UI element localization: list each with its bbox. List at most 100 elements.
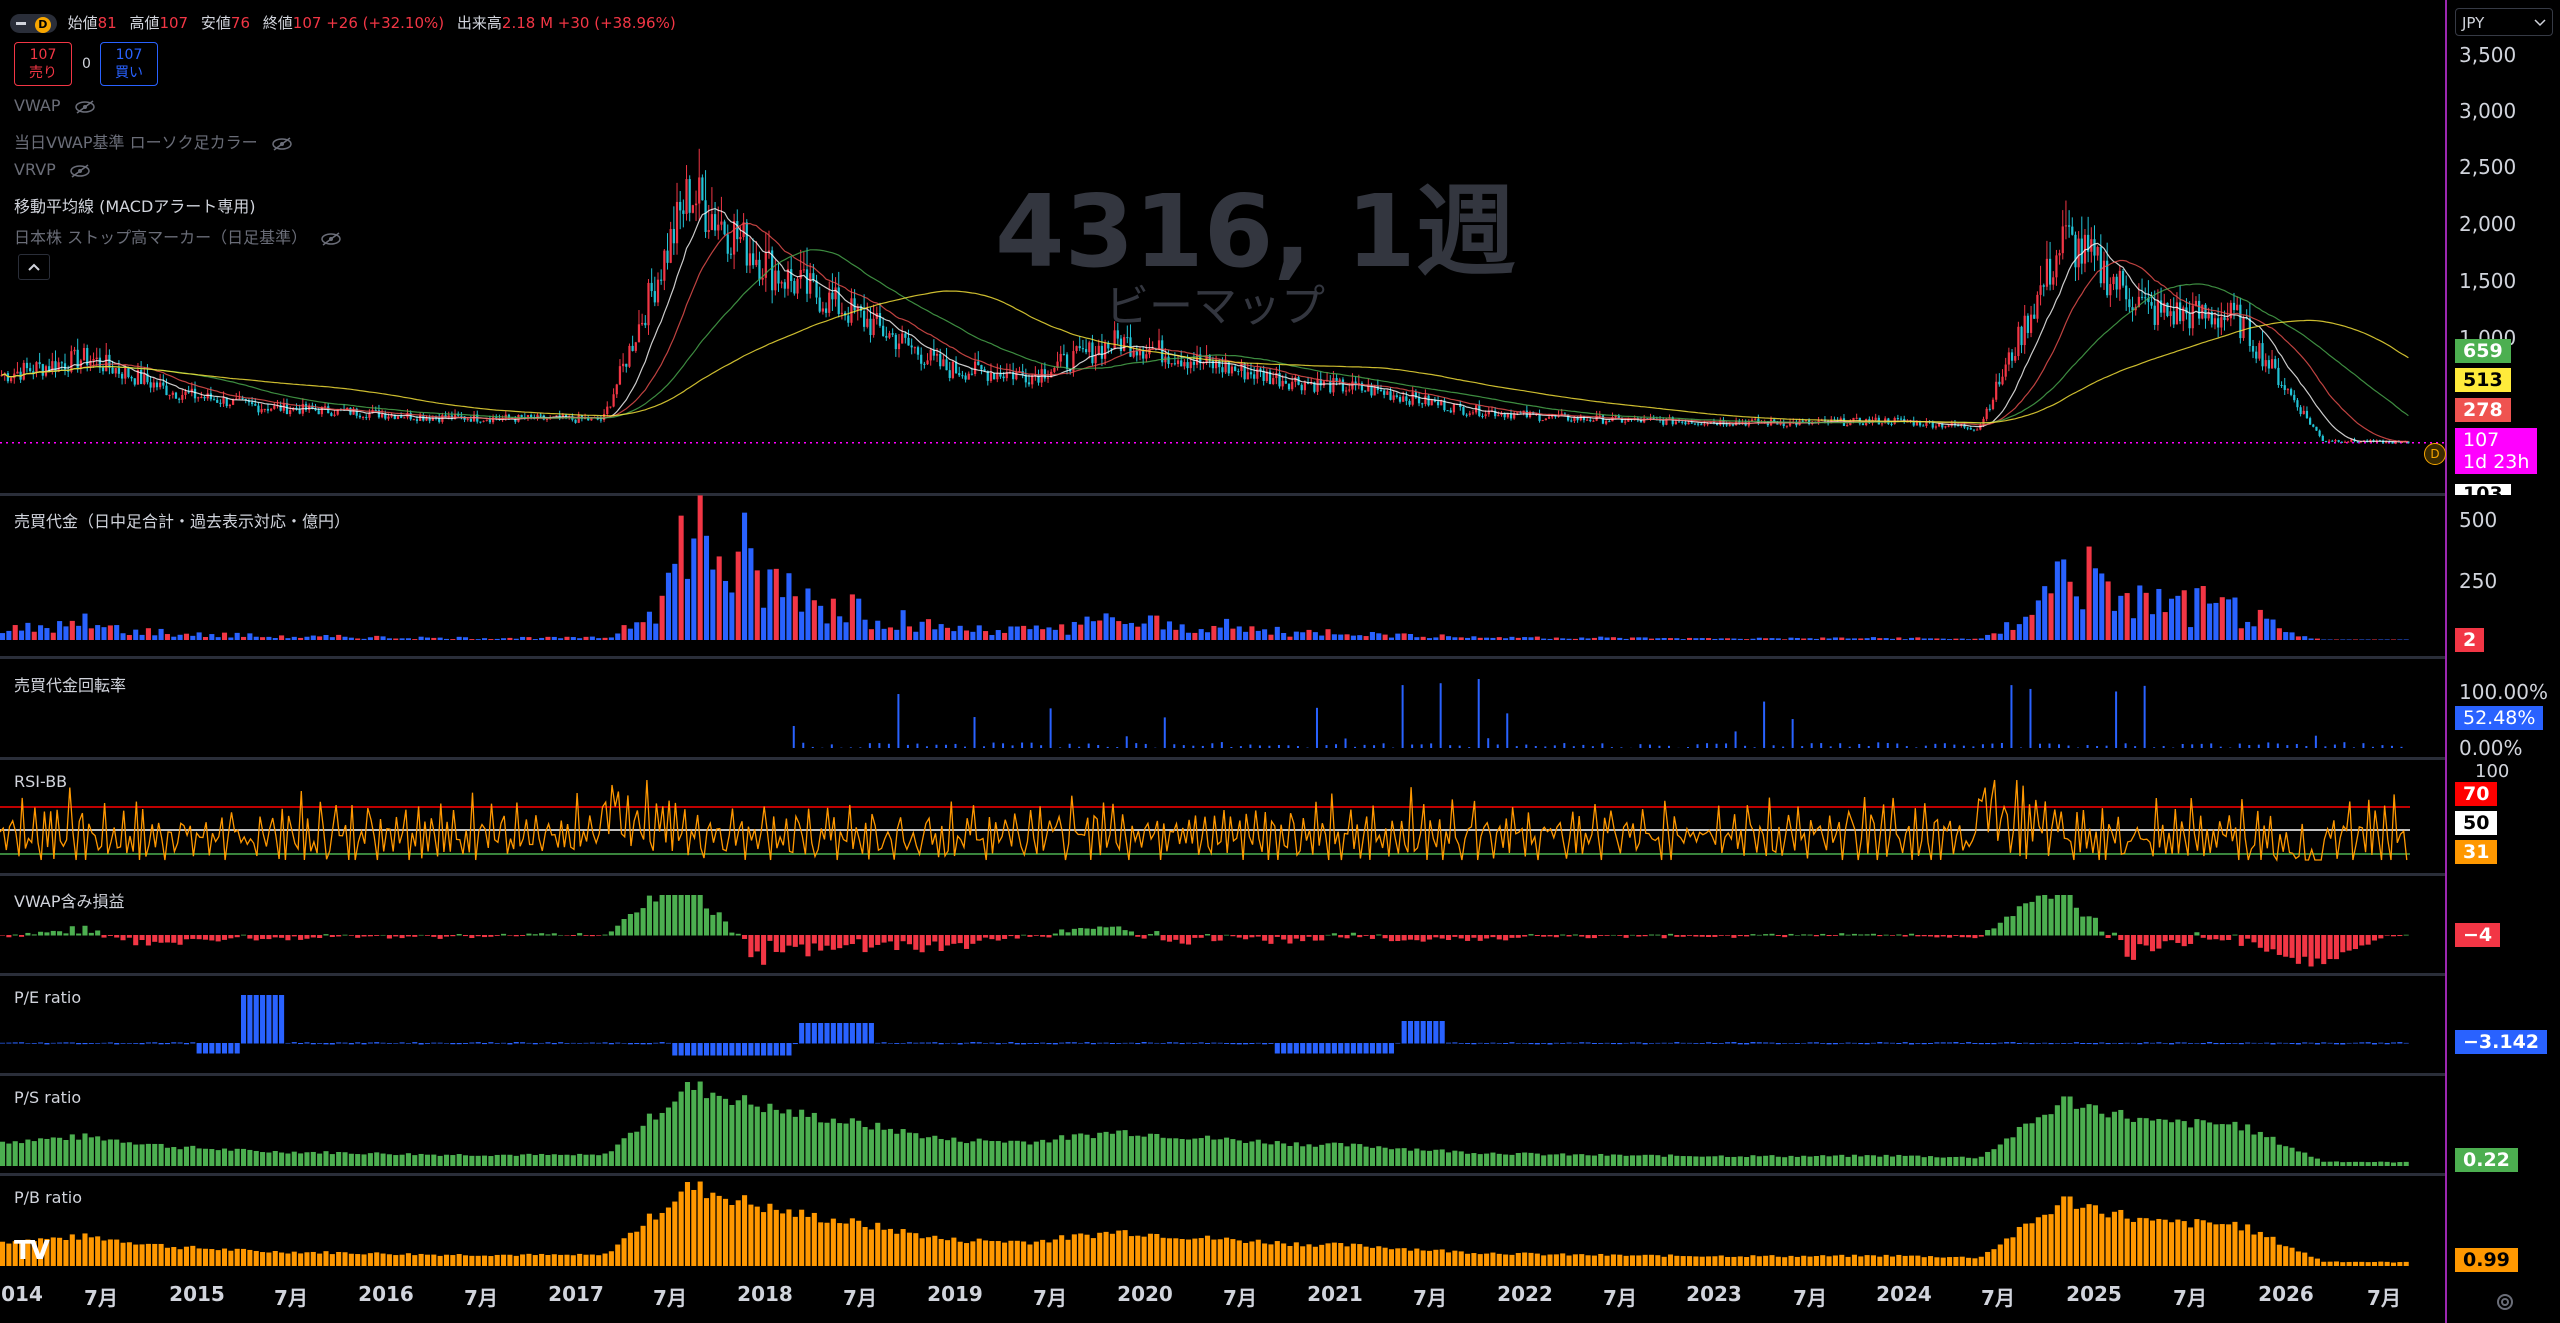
candle [675,201,679,244]
pe-bar [1509,1042,1515,1044]
pe-bar [1249,1043,1255,1045]
vwap-pnl-bar [279,935,285,938]
turnover-bar [2156,588,2162,640]
ps-bar [1331,1142,1337,1166]
pe-bar [456,1043,462,1045]
pane-separator[interactable] [0,1173,2445,1176]
buy-button[interactable]: 107 買い [100,42,158,86]
pe-bar [938,1043,944,1045]
pane-separator[interactable] [0,656,2445,659]
turnover-rate-bar [1924,745,1927,748]
candle [2239,304,2242,339]
candle [2318,430,2321,436]
turnover-bar [2327,639,2333,640]
price-axis[interactable]: JPY 3,500 3,000 2,500 2,000 1,500 1,000 … [2445,0,2560,1323]
pb-bar [1509,1254,1515,1266]
eye-off-icon[interactable] [69,163,91,178]
indicator-stop-high-marker[interactable]: 日本株 ストップ高マーカー（日足基準） [14,224,342,248]
pane-separator[interactable] [0,493,2445,496]
pb-bar [2213,1224,2219,1266]
pb-bar [1160,1237,1166,1266]
turnover-bar [2321,639,2327,640]
dividend-marker[interactable]: D [2424,443,2446,465]
pe-bar [665,1042,671,1044]
candle [2274,359,2277,368]
pane-separator[interactable] [0,1073,2445,1076]
indicator-vwap-candle-color[interactable]: 当日VWAP基準 ローソク足カラー [14,129,293,153]
pane-separator[interactable] [0,973,2445,976]
sell-button[interactable]: 107 売り [14,42,72,86]
candle [2074,234,2077,268]
candle [35,362,38,374]
vwap-pnl-bar [1052,933,1058,936]
pb-bar [1648,1254,1655,1266]
pb-bar [1306,1244,1312,1266]
pe-bar [2238,1043,2244,1045]
ps-bar [1287,1146,1293,1166]
turnover-bar [139,634,145,640]
pb-bar [1896,1254,1902,1266]
pb-bar [2086,1204,2092,1266]
turnover-bar [57,621,63,640]
candle [942,359,945,367]
candle [60,362,63,364]
pane-separator[interactable] [0,757,2445,760]
eye-off-icon[interactable] [271,136,293,151]
candle [1801,420,1804,422]
vwap-pnl-bar [1750,934,1756,936]
candle [710,214,714,231]
pb-bar [1870,1255,1876,1266]
candle [273,405,276,409]
candle [2061,226,2064,254]
candle [101,367,105,372]
candle [2118,270,2121,290]
collapse-legend-button[interactable] [18,254,50,280]
ps-bar [1122,1130,1128,1166]
turnover-bar [329,637,335,640]
turnover-bar [443,638,450,640]
candle [466,419,469,421]
vwap-pnl-bar [659,895,665,936]
turnover-rate-bar [1087,743,1090,748]
candle [2223,317,2226,321]
ps-bar [1839,1154,1845,1166]
vwap-pnl-bar [1369,935,1375,939]
pe-bar [190,1042,196,1044]
ps-bar [1103,1131,1109,1166]
vwap-pnl-bar [1553,935,1559,938]
eye-off-icon[interactable] [74,99,96,114]
turnover-rate-bar [935,744,938,748]
eye-off-icon[interactable] [320,231,342,246]
turnover-bar [621,625,627,640]
tradingview-logo[interactable]: TV [14,1236,50,1266]
candle [2324,441,2328,443]
indicator-vrvp[interactable]: VRVP [14,160,91,179]
turnover-rate-bar [2153,747,2156,748]
candle [1345,390,1348,392]
candle [809,273,812,294]
interval-toggle[interactable]: D [10,14,57,33]
pb-bar [1566,1255,1572,1266]
turnover-bar [342,636,348,640]
pb-bar [780,1213,786,1266]
candle [1703,424,1706,426]
pe-bar [1230,1043,1236,1045]
vwap-pnl-bar [602,934,608,936]
pb-bar [1287,1246,1293,1266]
pb-bar [2295,1251,2301,1266]
ps-bar [437,1155,443,1166]
turnover-rate-bar [1258,745,1261,748]
indicator-vwap[interactable]: VWAP [14,96,96,115]
pane-separator[interactable] [0,873,2445,876]
settings-icon[interactable] [2493,1290,2517,1314]
ps-bar [665,1107,671,1166]
turnover-bar [424,637,430,640]
turnover-bar [824,623,830,640]
time-axis[interactable]: 014 7月 2015 7月 2016 7月 2017 7月 2018 7月 2019 7月 2020 7… [0,1275,2445,1323]
vwap-pnl-bar [2371,935,2378,941]
indicator-moving-average[interactable]: 移動平均線 (MACDアラート専用) [14,193,256,217]
pb-bar [424,1254,430,1266]
turnover-bar [2200,586,2206,640]
currency-select[interactable]: JPY [2455,8,2553,36]
turnover-bar [1331,634,1337,640]
